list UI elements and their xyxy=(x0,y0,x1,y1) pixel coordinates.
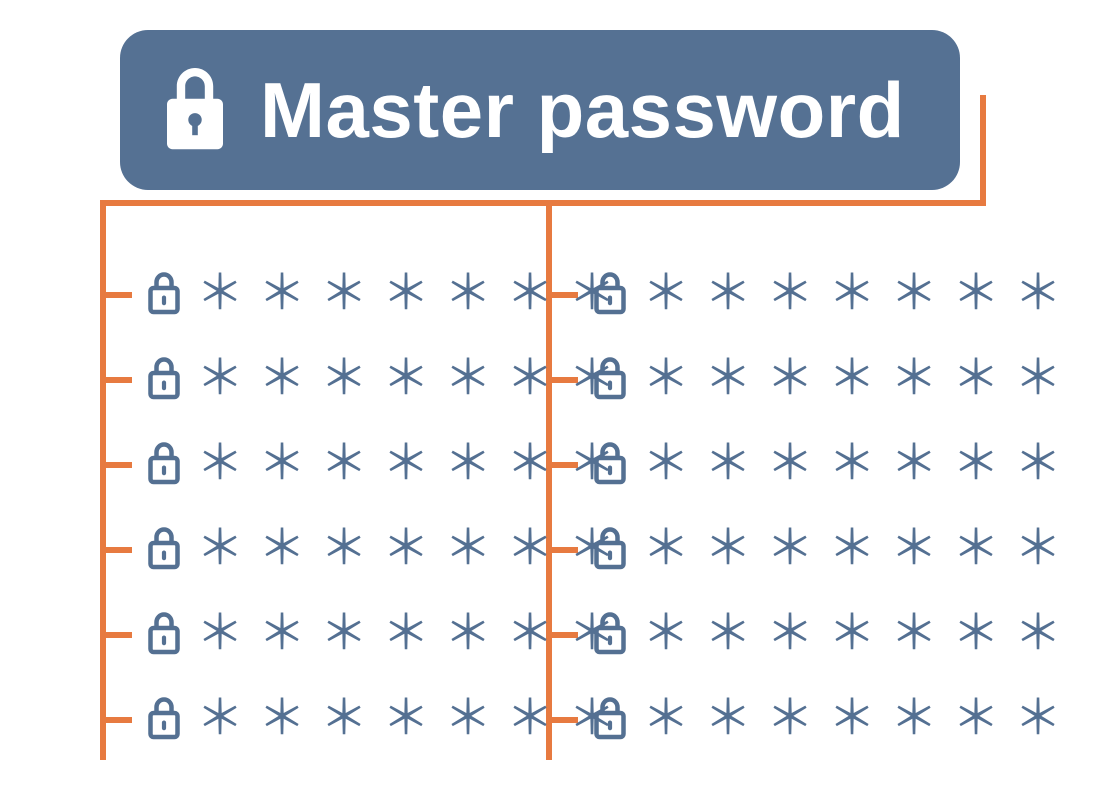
connector-tick xyxy=(100,292,132,298)
connector-right-stub xyxy=(980,95,986,206)
connector-tick xyxy=(100,547,132,553)
lock-icon xyxy=(146,696,182,742)
lock-icon xyxy=(592,441,628,487)
password-entry: ＊＊＊＊＊＊＊ xyxy=(146,270,630,318)
password-entry: ＊＊＊＊＊＊＊ xyxy=(592,270,1076,318)
password-mask: ＊＊＊＊＊＊＊ xyxy=(642,695,1076,743)
lock-icon xyxy=(160,68,230,152)
connector-tick xyxy=(100,717,132,723)
connector-tick xyxy=(100,377,132,383)
password-mask: ＊＊＊＊＊＊＊ xyxy=(642,355,1076,403)
password-mask: ＊＊＊＊＊＊＊ xyxy=(642,610,1076,658)
lock-icon xyxy=(146,271,182,317)
master-password-title: Master password xyxy=(260,65,905,156)
lock-icon xyxy=(146,356,182,402)
lock-icon xyxy=(592,526,628,572)
password-entry: ＊＊＊＊＊＊＊ xyxy=(592,355,1076,403)
password-entry: ＊＊＊＊＊＊＊ xyxy=(592,695,1076,743)
lock-icon xyxy=(592,356,628,402)
password-entry: ＊＊＊＊＊＊＊ xyxy=(592,440,1076,488)
lock-icon xyxy=(146,441,182,487)
lock-icon xyxy=(146,611,182,657)
lock-icon xyxy=(146,526,182,572)
lock-icon xyxy=(592,611,628,657)
connector-top-right xyxy=(546,200,986,206)
password-entry: ＊＊＊＊＊＊＊ xyxy=(146,610,630,658)
lock-icon xyxy=(592,271,628,317)
lock-icon xyxy=(592,696,628,742)
connector-tick xyxy=(100,632,132,638)
password-mask: ＊＊＊＊＊＊＊ xyxy=(196,610,630,658)
master-password-box: Master password xyxy=(120,30,960,190)
password-mask: ＊＊＊＊＊＊＊ xyxy=(642,525,1076,573)
password-mask: ＊＊＊＊＊＊＊ xyxy=(642,440,1076,488)
password-entry: ＊＊＊＊＊＊＊ xyxy=(146,525,630,573)
password-entry: ＊＊＊＊＊＊＊ xyxy=(146,440,630,488)
password-entry: ＊＊＊＊＊＊＊ xyxy=(592,525,1076,573)
password-mask: ＊＊＊＊＊＊＊ xyxy=(196,270,630,318)
password-entry: ＊＊＊＊＊＊＊ xyxy=(592,610,1076,658)
diagram-stage: Master password ＊＊＊＊＊＊＊ ＊＊＊＊＊＊＊ xyxy=(0,0,1100,800)
password-entry: ＊＊＊＊＊＊＊ xyxy=(146,695,630,743)
password-mask: ＊＊＊＊＊＊＊ xyxy=(196,695,630,743)
connector-spine-left xyxy=(100,200,106,760)
password-mask: ＊＊＊＊＊＊＊ xyxy=(196,525,630,573)
connector-top-left xyxy=(100,200,552,206)
connector-tick xyxy=(100,462,132,468)
password-mask: ＊＊＊＊＊＊＊ xyxy=(196,440,630,488)
password-mask: ＊＊＊＊＊＊＊ xyxy=(196,355,630,403)
password-entry: ＊＊＊＊＊＊＊ xyxy=(146,355,630,403)
password-mask: ＊＊＊＊＊＊＊ xyxy=(642,270,1076,318)
